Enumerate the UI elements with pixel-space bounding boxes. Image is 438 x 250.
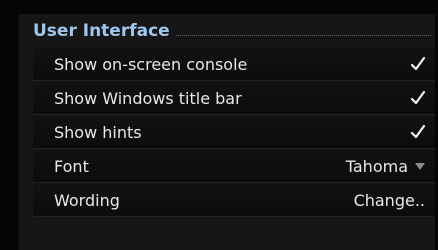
checkmark-icon — [410, 56, 426, 71]
settings-panel: User Interface Show on-screen console Sh… — [18, 14, 435, 250]
checkmark-icon — [410, 124, 426, 139]
setting-label: Show on-screen console — [54, 54, 248, 74]
setting-row-wording[interactable]: Wording Change.. — [33, 184, 435, 217]
show-console-checkbox[interactable] — [409, 55, 427, 73]
section-header: User Interface — [19, 14, 435, 48]
setting-label: Show hints — [54, 122, 142, 142]
checkmark-icon — [410, 90, 426, 105]
section-title: User Interface — [33, 21, 170, 41]
header-divider — [175, 34, 431, 36]
setting-label: Font — [54, 156, 89, 176]
wording-change-button[interactable]: Change.. — [354, 191, 425, 210]
setting-row-show-title-bar[interactable]: Show Windows title bar — [33, 82, 435, 115]
setting-row-font[interactable]: Font Tahoma — [33, 150, 435, 183]
show-title-bar-checkbox[interactable] — [409, 89, 427, 107]
setting-row-show-hints[interactable]: Show hints — [33, 116, 435, 149]
setting-row-show-console[interactable]: Show on-screen console — [33, 48, 435, 81]
setting-label: Wording — [54, 190, 120, 210]
font-dropdown[interactable]: Tahoma — [346, 157, 425, 176]
font-dropdown-value: Tahoma — [345, 156, 408, 176]
setting-label: Show Windows title bar — [54, 88, 242, 108]
triangle-down-icon — [415, 162, 425, 170]
show-hints-checkbox[interactable] — [409, 123, 427, 141]
